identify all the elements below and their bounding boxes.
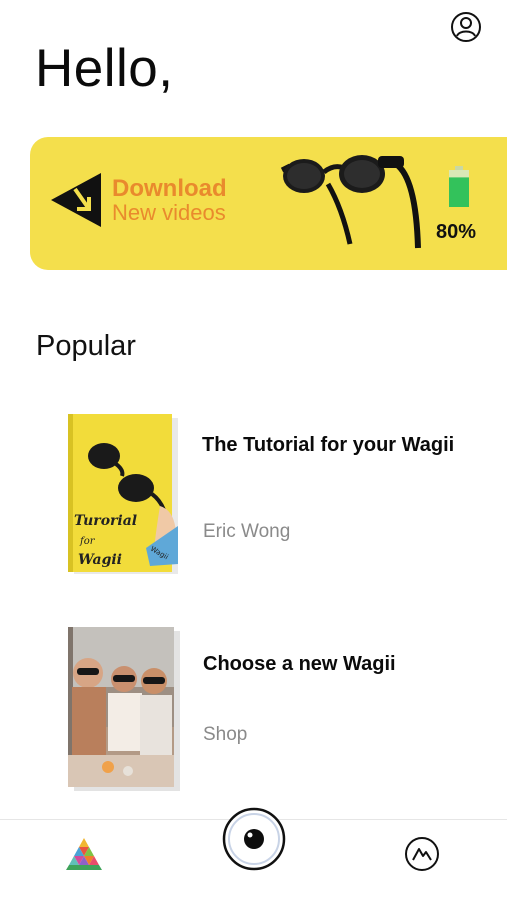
shop-title[interactable]: Choose a new Wagii <box>203 651 463 677</box>
cover-title-line1: Turorial <box>74 513 137 529</box>
battery-icon <box>448 166 470 208</box>
section-title-popular: Popular <box>36 330 136 362</box>
book-author: Eric Wong <box>203 521 291 542</box>
download-arrow-icon <box>49 171 105 229</box>
banner-subtitle: New videos <box>112 200 226 225</box>
user-circle-icon <box>451 12 481 42</box>
camera-eye-icon <box>222 807 286 871</box>
book-cover-tutorial[interactable]: Turorial for Wagii Wagii <box>68 414 180 578</box>
greeting-title: Hello, <box>35 39 174 98</box>
profile-button[interactable] <box>450 11 482 43</box>
smart-glasses-image <box>278 148 424 254</box>
book-title[interactable]: The Tutorial for your Wagii <box>202 432 462 458</box>
book-cover-shop[interactable] <box>68 627 180 791</box>
nav-explore-button[interactable] <box>404 836 440 872</box>
banner-title: Download <box>112 175 227 202</box>
nav-home-button[interactable] <box>66 838 102 870</box>
shop-subtitle: Shop <box>203 724 248 745</box>
cover-title-line2: for <box>79 536 96 547</box>
camera-button[interactable] <box>222 807 286 871</box>
cover-title-line3: Wagii <box>78 552 122 568</box>
colorful-triangle-icon <box>66 838 102 870</box>
battery-level: 80% <box>436 221 477 243</box>
mountain-circle-icon <box>405 837 439 871</box>
